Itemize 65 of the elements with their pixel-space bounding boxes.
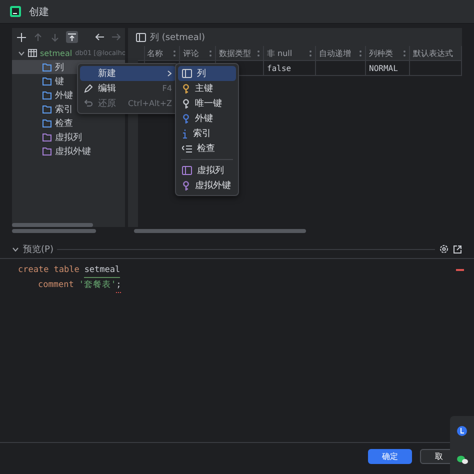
sort-icon[interactable] — [209, 50, 212, 57]
section-title: 预览(P) — [23, 244, 54, 256]
menu-item[interactable]: 索引 — [178, 126, 236, 141]
panel-title: 列 (setmeal) — [150, 32, 205, 44]
column-header[interactable]: 评论 — [180, 46, 216, 60]
undo-icon — [84, 99, 93, 108]
table-cell: false — [264, 61, 316, 76]
sort-icon[interactable] — [403, 50, 406, 57]
window-title: 创建 — [29, 6, 49, 19]
sort-icon[interactable] — [173, 50, 176, 57]
code-token: ; — [116, 278, 122, 293]
sort-icon[interactable] — [257, 50, 260, 57]
column-header[interactable]: 列种类 — [366, 46, 410, 60]
menu-item[interactable]: 新建 — [80, 66, 176, 81]
external-link-icon[interactable] — [453, 244, 462, 254]
tree-item[interactable]: 虚拟外键 — [12, 144, 125, 158]
ok-button[interactable]: 确定 — [368, 449, 412, 464]
column-header[interactable]: 名称 — [144, 46, 180, 60]
menu-item[interactable]: 主键 — [178, 81, 236, 96]
menu-item[interactable]: 列 — [178, 66, 236, 81]
tree-item[interactable]: 检查 — [12, 116, 125, 130]
scrollbar[interactable] — [134, 228, 306, 233]
circle-icon[interactable] — [457, 426, 467, 436]
sort-icon[interactable] — [309, 50, 312, 57]
menu-item[interactable]: 虚拟列 — [178, 163, 236, 178]
code-token: setmeal — [84, 262, 120, 278]
menu-item[interactable]: 唯一键 — [178, 96, 236, 111]
menu-item[interactable]: 外键 — [178, 111, 236, 126]
filter-button[interactable] — [66, 31, 78, 44]
column-header[interactable]: 自动递增 — [316, 46, 366, 60]
menu-item[interactable]: 编辑 F4 — [80, 81, 176, 96]
menu-item[interactable]: 虚拟外键 — [178, 178, 236, 193]
scrollbar[interactable] — [12, 222, 94, 227]
key-icon — [182, 84, 190, 94]
column-header[interactable]: 数据类型 — [216, 46, 264, 60]
table-cell: NORMAL — [366, 61, 410, 76]
key-icon — [182, 180, 190, 190]
settings-icon[interactable] — [439, 244, 449, 254]
checklist-icon — [182, 144, 192, 153]
column-header[interactable]: 默认表达式 — [410, 46, 462, 60]
tree-item[interactable]: 虚拟列 — [12, 130, 125, 144]
code-token: table — [54, 264, 80, 277]
info-icon — [182, 128, 188, 138]
column-header[interactable]: 非 null — [264, 46, 316, 60]
pencil-icon — [84, 84, 93, 93]
app-logo-icon — [10, 6, 21, 18]
key-icon — [182, 98, 190, 108]
add-button[interactable] — [15, 31, 27, 44]
move-down-button[interactable] — [49, 31, 61, 44]
column-icon — [136, 32, 146, 42]
move-up-button[interactable] — [32, 31, 44, 44]
code-token: comment — [38, 278, 74, 292]
error-marker — [456, 268, 464, 271]
scrollbar[interactable] — [12, 228, 96, 233]
sort-icon[interactable] — [359, 50, 362, 57]
menu-item[interactable]: 检查 — [178, 141, 236, 156]
table-name: setmeal — [40, 48, 72, 58]
table-icon — [28, 49, 37, 58]
column-icon — [182, 166, 192, 175]
chat-icon[interactable] — [456, 454, 468, 464]
column-icon — [182, 69, 192, 78]
code-token: '套餐表' — [78, 278, 116, 292]
key-icon — [182, 114, 190, 124]
chevron-right-icon — [167, 70, 172, 77]
code-token: create — [18, 264, 49, 277]
